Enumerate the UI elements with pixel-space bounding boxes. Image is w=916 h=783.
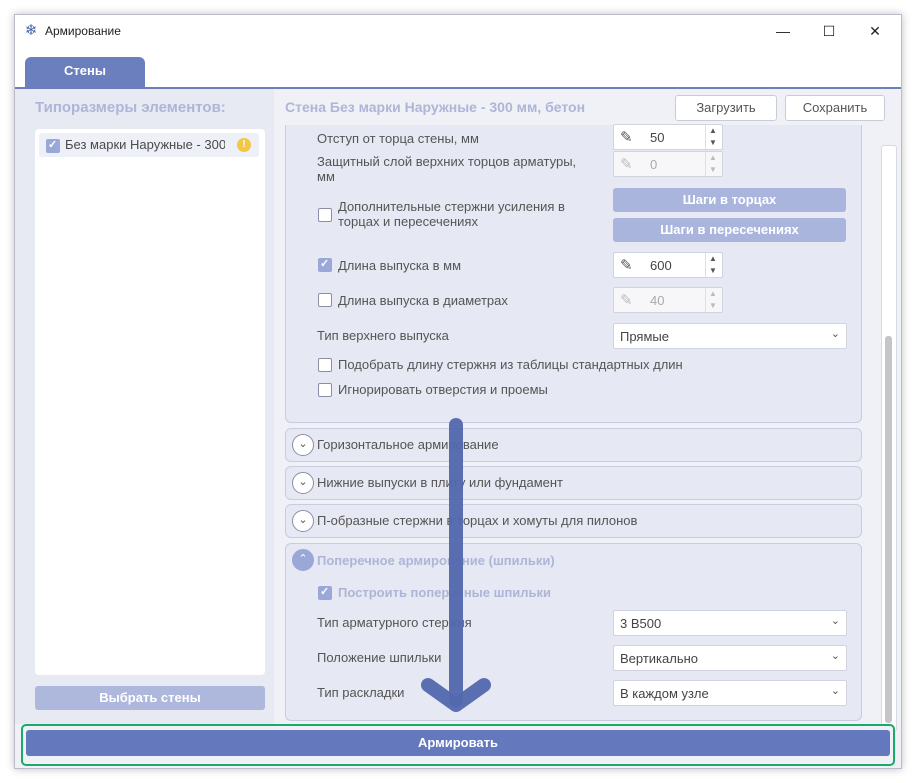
offset-value: 50 [650,130,665,145]
warning-icon: ! [237,138,251,152]
reinforce-button[interactable]: Армировать [26,730,890,756]
pin-position-select[interactable]: Вертикально ⌄ [613,645,847,671]
chevron-down-icon: ⌄ [830,650,840,662]
pick-length-checkbox[interactable] [318,358,332,372]
top-outlet-type-value: Прямые [620,329,669,344]
accordion-label: П-образные стержни в торцах и хомуты для… [317,513,638,528]
pencil-icon: ✎ [620,129,633,146]
vertical-reinforcement-section: Отступ от торца стены, мм ✎ 50 ▲ ▼ Защитн… [285,124,862,423]
element-checkbox[interactable] [46,138,60,153]
tab-bar: Стены [15,47,901,89]
offset-label: Отступ от торца стены, мм [317,131,479,146]
outlet-mm-value: 600 [650,258,672,273]
chevron-down-icon[interactable]: ⌄ [292,510,314,532]
pin-position-value: Вертикально [620,651,699,666]
save-button[interactable]: Сохранить [785,95,885,121]
minimize-icon[interactable]: — [760,15,806,47]
reinforcement-window: ❄ Армирование — ☐ ✕ Стены Типоразмеры эл… [14,14,902,769]
select-walls-button[interactable]: Выбрать стены [35,686,265,710]
vertical-scrollbar[interactable] [881,145,897,732]
element-types-heading: Типоразмеры элементов: [35,99,226,116]
build-pins-checkbox[interactable] [318,585,332,600]
layout-type-value: В каждом узле [620,686,709,701]
outlet-mm-checkbox[interactable] [318,257,332,272]
scrollbar-thumb[interactable] [885,336,892,723]
steps-in-ends-button[interactable]: Шаги в торцах [613,188,846,212]
chevron-up-icon[interactable]: ⌃ [292,549,314,571]
chevron-down-icon[interactable]: ⌄ [292,434,314,456]
outlet-diam-checkbox[interactable] [318,293,332,307]
ignore-openings-label: Игнорировать отверстия и проемы [338,382,548,397]
load-button[interactable]: Загрузить [675,95,777,121]
outlet-mm-label: Длина выпуска в мм [338,258,462,273]
cover-input: ✎ 0 ▲ ▼ [613,151,723,177]
top-outlet-type-label: Тип верхнего выпуска [317,328,449,343]
outlet-diam-value: 40 [650,293,665,308]
transverse-reinforcement-section: ⌃ Поперечное армирование (шпильки) Постр… [285,543,862,721]
layout-type-select[interactable]: В каждом узле ⌄ [613,680,847,706]
horizontal-reinforcement-accordion[interactable]: ⌄ Горизонтальное армирование [285,428,862,462]
snowflake-icon: ❄ [24,22,38,39]
wall-type-title: Стена Без марки Наружные - 300 мм, бетон [285,99,586,115]
settings-scroll-area[interactable]: Отступ от торца стены, мм ✎ 50 ▲ ▼ Защитн… [285,124,862,723]
top-outlet-type-select[interactable]: Прямые ⌄ [613,323,847,349]
outlet-mm-input[interactable]: ✎ 600 ▲ ▼ [613,252,723,278]
list-item[interactable]: Без марки Наружные - 300 мм, бетон ! [39,133,259,157]
extra-bars-label: Дополнительные стержни усиления в торцах… [338,199,565,229]
tab-walls[interactable]: Стены [25,57,145,87]
bar-type-label: Тип арматурного стержня [317,615,472,630]
element-label: Без марки Наружные - 300 мм, бетон [65,137,225,152]
window-title: Армирование [45,24,121,38]
offset-stepper[interactable]: ▲ ▼ [705,125,722,149]
accordion-label: Горизонтальное армирование [317,437,499,452]
u-bars-accordion[interactable]: ⌄ П-образные стержни в торцах и хомуты д… [285,504,862,538]
outlet-diam-input: ✎ 40 ▲ ▼ [613,287,723,313]
chevron-down-icon: ⌄ [830,685,840,697]
left-panel: Типоразмеры элементов: Без марки Наружны… [15,89,274,724]
extra-bars-checkbox[interactable] [318,208,332,222]
layout-type-label: Тип раскладки [317,685,405,700]
cover-value: 0 [650,157,658,172]
pencil-icon: ✎ [620,292,633,309]
chevron-down-icon[interactable]: ⌄ [292,472,314,494]
outlet-mm-stepper[interactable]: ▲ ▼ [705,253,722,277]
transverse-title: Поперечное армирование (шпильки) [317,553,555,568]
pick-length-label: Подобрать длину стержня из таблицы станд… [338,357,683,372]
pencil-icon: ✎ [620,257,633,274]
outlet-diam-stepper: ▲ ▼ [705,288,722,312]
reinforce-highlight-frame: Армировать [21,724,895,766]
pencil-icon: ✎ [620,156,633,173]
cover-stepper: ▲ ▼ [705,152,722,176]
title-bar[interactable]: ❄ Армирование — ☐ ✕ [15,15,901,47]
cover-label: Защитный слой верхних торцов арматуры, м… [317,154,577,184]
outlet-diam-label: Длина выпуска в диаметрах [338,293,508,308]
ignore-openings-checkbox[interactable] [318,383,332,397]
steps-in-intersections-button[interactable]: Шаги в пересечениях [613,218,846,242]
accordion-label: Нижние выпуски в плиту или фундамент [317,475,564,490]
offset-input[interactable]: ✎ 50 ▲ ▼ [613,124,723,150]
close-icon[interactable]: ✕ [852,15,898,47]
bar-type-select[interactable]: 3 В500 ⌄ [613,610,847,636]
bottom-outlets-accordion[interactable]: ⌄ Нижние выпуски в плиту или фундамент [285,466,862,500]
maximize-icon[interactable]: ☐ [806,15,852,47]
right-panel: Стена Без марки Наружные - 300 мм, бетон… [277,89,901,732]
chevron-down-icon: ⌄ [830,328,840,340]
bar-type-value: 3 В500 [620,616,662,631]
chevron-down-icon: ⌄ [830,615,840,627]
element-type-list[interactable]: Без марки Наружные - 300 мм, бетон ! [35,129,265,675]
pin-position-label: Положение шпильки [317,650,442,665]
build-pins-label: Построить поперечные шпильки [338,585,552,600]
